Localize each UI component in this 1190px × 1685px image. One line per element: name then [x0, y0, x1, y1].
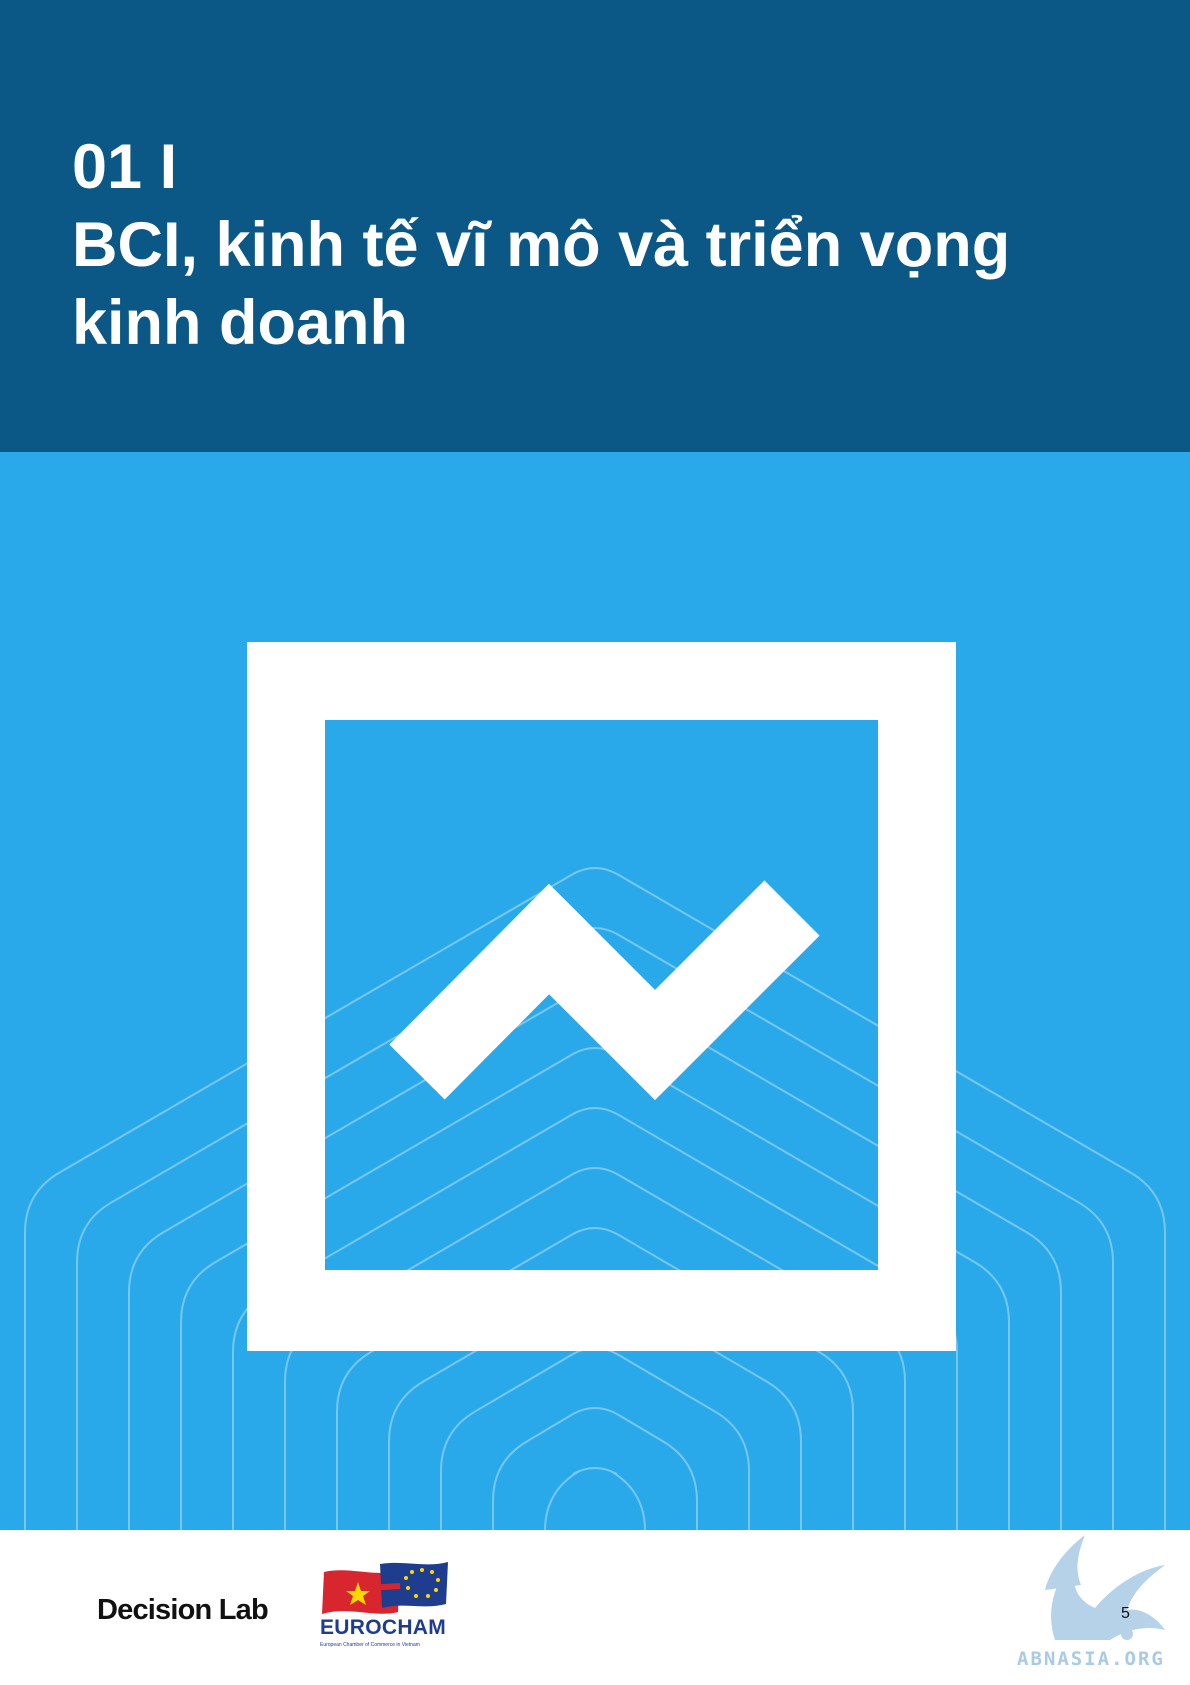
hero-illustration	[0, 452, 1190, 1530]
chapter-number: 01 I	[72, 132, 178, 202]
decision-lab-logo: Decision Lab	[97, 1594, 269, 1626]
pattern-line	[440, 1347, 750, 1530]
chapter-title: 01 I BCI, kinh tế vĩ mô và triển vọng ki…	[72, 128, 1132, 362]
eurocham-flag-icon	[322, 1562, 448, 1614]
pattern-line	[544, 1467, 646, 1530]
watermark-text: ABNASIA.ORG	[1017, 1648, 1165, 1670]
abnasia-watermark: ABNASIA.ORG	[1015, 1530, 1190, 1685]
eurocham-name: EUROCHAM	[320, 1616, 447, 1639]
hero-pattern	[24, 642, 1166, 1530]
chapter-title-line-2: kinh doanh	[72, 288, 408, 358]
griffin-icon	[1045, 1535, 1165, 1640]
page-number: 5	[1121, 1605, 1130, 1622]
chapter-title-line-1: BCI, kinh tế vĩ mô và triển vọng	[72, 210, 1011, 280]
eurocham-tagline: European Chamber of Commerce in Vietnam	[320, 1642, 420, 1648]
header-band: 01 I BCI, kinh tế vĩ mô và triển vọng ki…	[0, 0, 1190, 452]
eurocham-logo: EUROCHAM European Chamber of Commerce in…	[320, 1560, 455, 1660]
footer: Decision Lab EUROCHAM European Chamber o…	[0, 1530, 1190, 1685]
